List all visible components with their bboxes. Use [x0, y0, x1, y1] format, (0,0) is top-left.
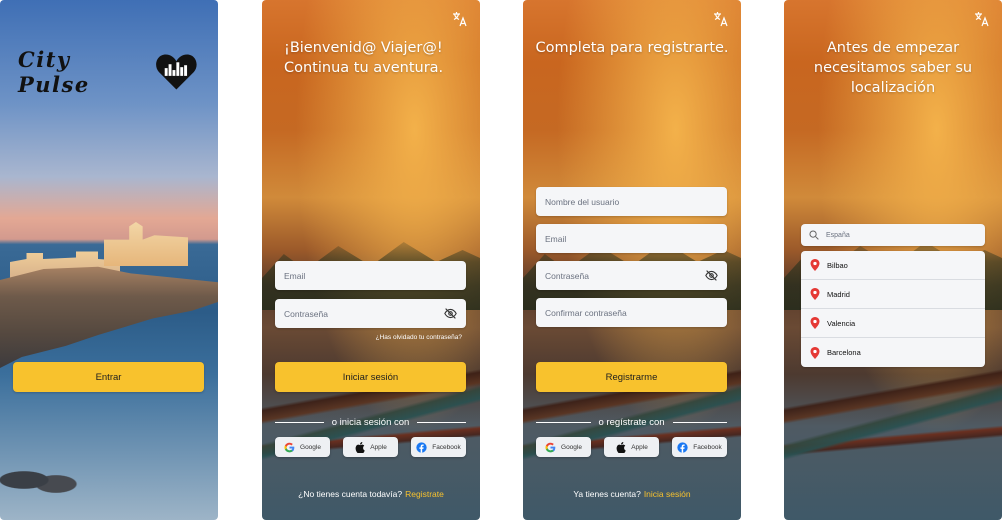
divider-line: [536, 422, 591, 423]
email-placeholder: Email: [284, 270, 306, 281]
google-button[interactable]: Google: [536, 437, 591, 457]
login-prompt: Ya tienes cuenta? Inicia sesión: [523, 489, 741, 499]
facebook-button[interactable]: Facebook: [411, 437, 466, 457]
result-label: Valencia: [827, 318, 856, 328]
social-register-row: Google Apple Facebook: [536, 437, 727, 457]
register-screen: Completa para registrarte. Nombre del us…: [523, 0, 741, 520]
google-label: Google: [300, 443, 321, 451]
confirm-password-field[interactable]: Confirmar contraseña: [536, 298, 727, 327]
apple-button[interactable]: Apple: [604, 437, 659, 457]
result-label: Bilbao: [827, 260, 848, 270]
translate-icon[interactable]: [974, 11, 990, 27]
list-item[interactable]: Barcelona: [801, 338, 985, 367]
social-divider: o inicia sesión con: [275, 417, 467, 428]
location-results-list: Bilbao Madrid Valencia Barcelona: [801, 251, 985, 367]
register-button[interactable]: Registrarme: [536, 362, 727, 392]
heart-city-logo-icon: [156, 54, 197, 90]
translate-icon[interactable]: [452, 11, 468, 27]
divider-line: [417, 422, 467, 423]
apple-icon: [615, 441, 626, 453]
password-placeholder: Contraseña: [284, 308, 328, 319]
result-label: Barcelona: [827, 348, 861, 357]
rocks-image: [0, 460, 80, 500]
list-item[interactable]: Madrid: [801, 280, 985, 309]
translate-icon[interactable]: [713, 11, 729, 27]
divider-text: o regístrate con: [598, 417, 665, 428]
email-field[interactable]: Email: [536, 224, 727, 253]
social-divider: o regístrate con: [536, 417, 728, 428]
apple-label: Apple: [370, 443, 387, 451]
login-prompt-text: Ya tienes cuenta?: [573, 489, 641, 499]
apple-button[interactable]: Apple: [343, 437, 398, 457]
login-heading: ¡Bienvenid@ Viajer@! Continua tu aventur…: [284, 40, 444, 76]
eye-off-icon[interactable]: [444, 307, 457, 320]
divider-text: o inicia sesión con: [331, 417, 410, 428]
facebook-label: Facebook: [693, 443, 722, 451]
facebook-icon: [677, 441, 688, 453]
email-field[interactable]: Email: [275, 261, 466, 290]
list-item[interactable]: Bilbao: [801, 251, 985, 280]
logo-text: City Pulse: [18, 47, 90, 97]
location-search-input[interactable]: España: [801, 224, 985, 246]
facebook-label: Facebook: [432, 443, 461, 451]
location-pin-icon: [810, 288, 820, 300]
register-link[interactable]: Registrate: [405, 489, 444, 499]
login-link[interactable]: Inicia sesión: [644, 489, 691, 499]
username-placeholder: Nombre del usuario: [545, 196, 620, 207]
google-button[interactable]: Google: [275, 437, 330, 457]
app-logo: City Pulse: [18, 47, 198, 97]
login-button[interactable]: Iniciar sesión: [275, 362, 466, 392]
confirm-password-placeholder: Confirmar contraseña: [545, 307, 627, 318]
email-placeholder: Email: [545, 233, 567, 244]
username-field[interactable]: Nombre del usuario: [536, 187, 727, 216]
result-label: Madrid: [827, 289, 850, 299]
facebook-icon: [416, 441, 427, 453]
apple-icon: [354, 441, 365, 453]
facebook-button[interactable]: Facebook: [672, 437, 727, 457]
password-field[interactable]: Contraseña: [536, 261, 727, 290]
enter-button[interactable]: Entrar: [13, 362, 204, 392]
location-pin-icon: [810, 346, 820, 359]
divider-line: [672, 422, 728, 423]
signup-prompt-text: ¿No tienes cuenta todavía?: [298, 489, 403, 499]
search-icon: [809, 230, 819, 240]
splash-screen: City Pulse Entrar: [0, 0, 218, 520]
location-pin-icon: [810, 317, 820, 329]
register-heading: Completa para registrarte.: [535, 40, 729, 56]
google-icon: [545, 442, 556, 453]
location-pin-icon: [810, 259, 820, 271]
apple-label: Apple: [631, 443, 648, 451]
password-field[interactable]: Contraseña: [275, 299, 466, 328]
password-placeholder: Contraseña: [545, 270, 589, 281]
location-heading: Antes de empezar necesitamos saber su lo…: [813, 40, 973, 96]
forgot-password-link[interactable]: ¿Has olvidado tu contraseña?: [376, 334, 462, 341]
list-item[interactable]: Valencia: [801, 309, 985, 338]
divider-line: [275, 422, 324, 423]
eye-off-icon[interactable]: [705, 269, 718, 282]
google-label: Google: [561, 443, 582, 451]
social-login-row: Google Apple Facebook: [275, 437, 466, 457]
signup-prompt: ¿No tienes cuenta todavía? Registrate: [262, 489, 480, 499]
google-icon: [284, 442, 295, 453]
search-value: España: [826, 231, 850, 239]
location-screen: Antes de empezar necesitamos saber su lo…: [784, 0, 1002, 520]
login-screen: ¡Bienvenid@ Viajer@! Continua tu aventur…: [262, 0, 480, 520]
